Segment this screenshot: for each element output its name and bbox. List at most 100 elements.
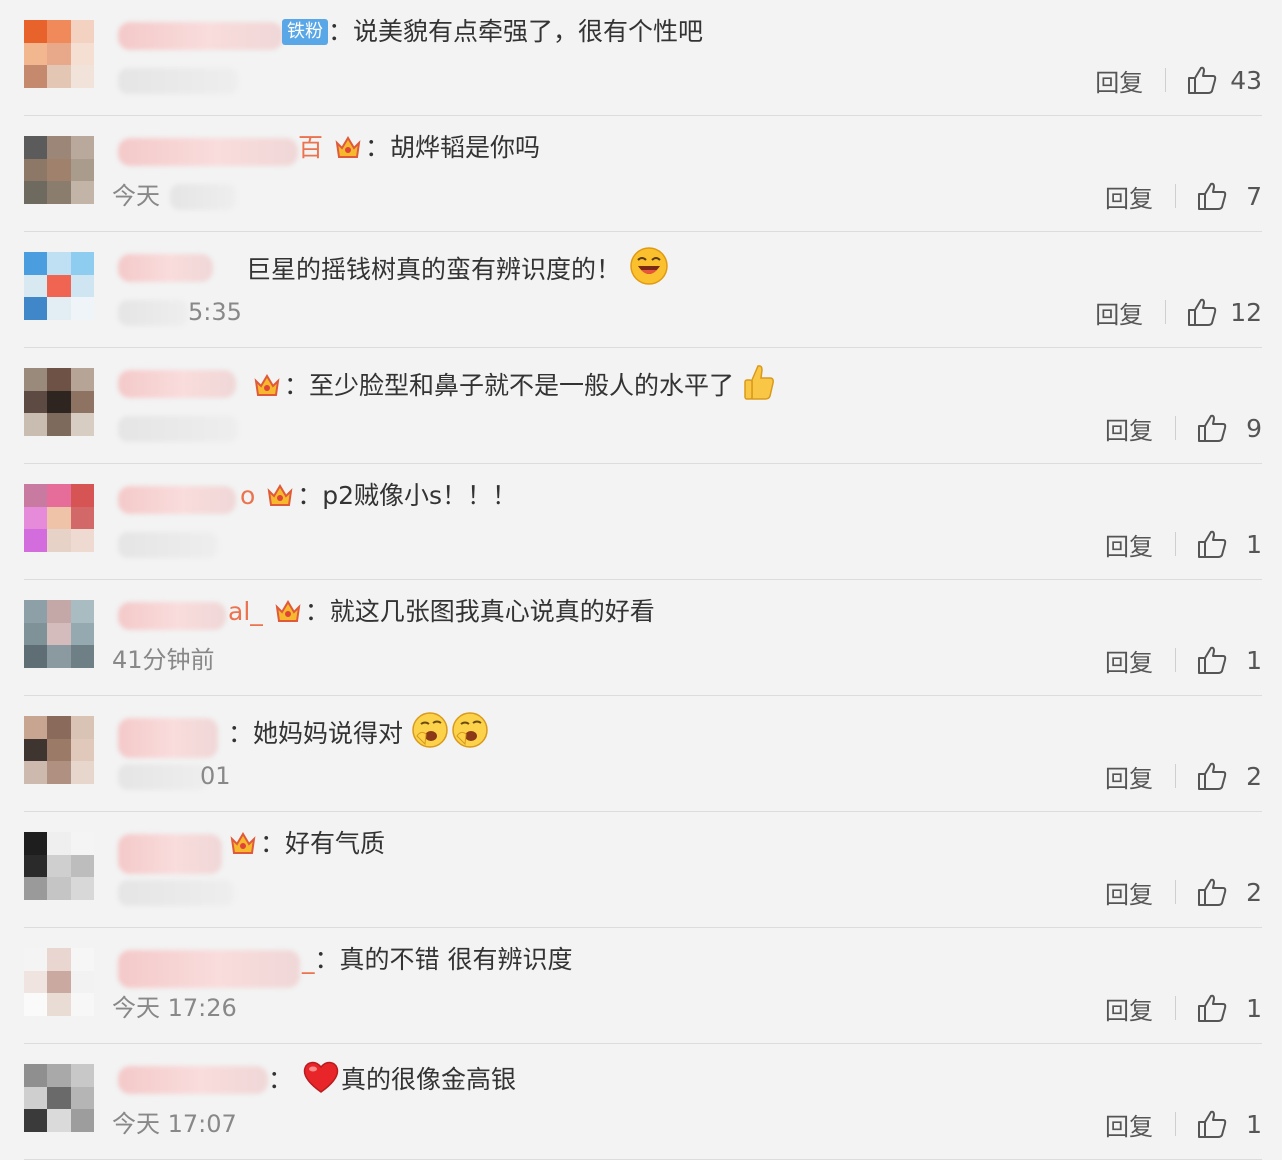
like-count: 1 (1246, 993, 1262, 1023)
comment-row: o ：p2贼像小s！！！ 回复 1 (0, 464, 1282, 580)
like-count: 43 (1230, 65, 1262, 95)
username-tail[interactable]: 百 (298, 133, 323, 162)
reply-button[interactable]: 回复 (1095, 63, 1143, 98)
username-blurred[interactable] (118, 950, 300, 988)
comment-body-2: 真的很像金高银 (340, 1065, 516, 1094)
comment-actions: 回复 9 (1105, 410, 1262, 446)
avatar[interactable] (24, 20, 94, 88)
comment-body: 巨星的摇钱树真的蛮有辨识度的！ (246, 255, 622, 284)
avatar[interactable] (24, 1064, 94, 1132)
divider (1175, 1112, 1176, 1136)
comment-text: ：至少脸型和鼻子就不是一般人的水平了 (250, 362, 776, 404)
timestamp: 01 (200, 762, 231, 790)
fan-badge[interactable]: 铁粉 (282, 19, 328, 45)
timestamp-blurred (118, 300, 188, 326)
comment-row: 巨星的摇钱树真的蛮有辨识度的！ 5:35 回复 12 (0, 232, 1282, 348)
divider (1175, 880, 1176, 904)
username-tail[interactable]: al_ (228, 597, 263, 626)
crown-icon (254, 374, 280, 396)
thumbs-up-icon[interactable] (1196, 413, 1228, 443)
thumbs-up-icon[interactable] (1196, 877, 1228, 907)
comment-body: ：胡烨韬是你吗 (364, 133, 540, 162)
avatar[interactable] (24, 368, 94, 436)
thumbs-up-icon[interactable] (1196, 761, 1228, 791)
reply-button[interactable]: 回复 (1105, 179, 1153, 214)
reply-button[interactable]: 回复 (1105, 759, 1153, 794)
username-blurred[interactable] (118, 486, 236, 514)
comment-row: ：她妈妈说得对 01 回复 2 (0, 696, 1282, 812)
avatar[interactable] (24, 136, 94, 204)
divider (1175, 764, 1176, 788)
thumbs-up-icon[interactable] (1196, 181, 1228, 211)
thumbs-up-icon[interactable] (1186, 297, 1218, 327)
comment-body: ：就这几张图我真心说真的好看 (304, 597, 655, 626)
username-tail[interactable]: _ (302, 945, 315, 974)
avatar[interactable] (24, 252, 94, 320)
comment-row: ：好有气质 回复 2 (0, 812, 1282, 928)
thumbs-up-icon[interactable] (1196, 1109, 1228, 1139)
username-blurred[interactable] (118, 22, 283, 50)
timestamp: 5:35 (188, 298, 242, 326)
avatar[interactable] (24, 948, 94, 1016)
reply-button[interactable]: 回复 (1105, 643, 1153, 678)
comment-text: 铁粉 ：说美貌有点牵强了，很有个性吧 (282, 14, 703, 50)
avatar[interactable] (24, 484, 94, 552)
reply-button[interactable]: 回复 (1105, 411, 1153, 446)
comment-text: ： 真的很像金高银 (268, 1058, 516, 1098)
comment-text: o ：p2贼像小s！！！ (240, 478, 517, 514)
avatar[interactable] (24, 716, 94, 784)
comment-body: ：她妈妈说得对 (228, 719, 404, 748)
like-count: 1 (1246, 645, 1262, 675)
comment-body: ：p2贼像小s！！！ (297, 481, 518, 510)
reply-button[interactable]: 回复 (1105, 875, 1153, 910)
divider (1165, 300, 1167, 324)
username-blurred[interactable] (118, 254, 213, 282)
reply-button[interactable]: 回复 (1095, 295, 1143, 330)
thumbs-up-icon[interactable] (1196, 529, 1228, 559)
divider (1175, 184, 1176, 208)
like-count: 9 (1246, 413, 1262, 443)
username-blurred[interactable] (118, 834, 222, 874)
username-blurred[interactable] (118, 1066, 268, 1094)
crown-icon (275, 600, 301, 622)
username-blurred[interactable] (118, 718, 218, 758)
avatar[interactable] (24, 832, 94, 900)
laughing-emoji-icon (630, 247, 668, 285)
comment-text: _：真的不错 很有辨识度 (302, 942, 572, 978)
comment-body: ：好有气质 (260, 829, 386, 858)
comment-text: 百 ：胡烨韬是你吗 (298, 130, 540, 166)
username-blurred[interactable] (118, 370, 236, 398)
comment-row: 百 ：胡烨韬是你吗 今天 回复 7 (0, 116, 1282, 232)
comment-text: 巨星的摇钱树真的蛮有辨识度的！ (246, 246, 669, 288)
comment-actions: 回复 2 (1105, 874, 1262, 910)
reply-button[interactable]: 回复 (1105, 527, 1153, 562)
reply-button[interactable]: 回复 (1105, 991, 1153, 1026)
comment-actions: 回复 2 (1105, 758, 1262, 794)
comment-actions: 回复 1 (1105, 642, 1262, 678)
username-blurred[interactable] (118, 138, 298, 166)
timestamp-blurred (170, 184, 236, 210)
thumbs-up-emoji-icon (744, 365, 774, 400)
comment-body: ：真的不错 很有辨识度 (314, 945, 573, 974)
avatar[interactable] (24, 600, 94, 668)
timestamp-blurred (118, 764, 208, 790)
divider (1165, 68, 1167, 92)
timestamp: 今天 17:07 (112, 1110, 237, 1138)
comment-actions: 回复 1 (1105, 526, 1262, 562)
thumbs-up-icon[interactable] (1196, 645, 1228, 675)
like-count: 2 (1246, 761, 1262, 791)
comment-text: ：她妈妈说得对 (228, 710, 491, 752)
timestamp: 今天 17:26 (112, 994, 237, 1022)
comment-list: 铁粉 ：说美貌有点牵强了，很有个性吧 回复 43 百 ：胡烨韬是你吗 今天 回复 … (0, 0, 1282, 1160)
comment-body: ： (268, 1065, 294, 1094)
thumbs-up-icon[interactable] (1186, 65, 1218, 95)
crown-icon (230, 832, 256, 854)
yawn-emoji-icon (412, 712, 488, 748)
timestamp-blurred (118, 416, 238, 442)
like-count: 7 (1246, 181, 1262, 211)
username-blurred[interactable] (118, 602, 226, 630)
reply-button[interactable]: 回复 (1105, 1107, 1153, 1142)
comment-row: _：真的不错 很有辨识度 今天 17:26 回复 1 (0, 928, 1282, 1044)
thumbs-up-icon[interactable] (1196, 993, 1228, 1023)
username-tail[interactable]: o (240, 481, 255, 510)
